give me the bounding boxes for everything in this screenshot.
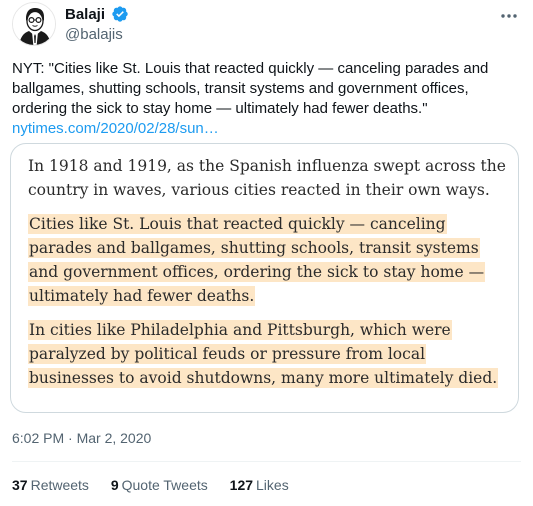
quote-card[interactable]: In 1918 and 1919, as the Spanish influen…: [10, 143, 519, 413]
likes-stat[interactable]: 127 Likes: [230, 476, 289, 494]
tweet-timestamp[interactable]: 6:02 PM · Mar 2, 2020: [12, 429, 151, 447]
divider: [12, 461, 521, 462]
likes-label: Likes: [256, 477, 289, 493]
tweet-header: Balaji @balajis: [12, 2, 521, 50]
quote-card-content: In 1918 and 1919, as the Spanish influen…: [28, 154, 508, 400]
quote-paragraph-1-text: In 1918 and 1919, as the Spanish influen…: [28, 157, 506, 199]
quote-paragraph-2: Cities like St. Louis that reacted quick…: [28, 212, 508, 308]
highlighted-paragraph-3: In cities like Philadelphia and Pittsbur…: [28, 320, 499, 388]
quote-paragraph-3: In cities like Philadelphia and Pittsbur…: [28, 318, 508, 390]
retweets-stat[interactable]: 37 Retweets: [12, 476, 89, 494]
article-link[interactable]: nytimes.com/2020/02/28/sun…: [12, 120, 219, 137]
author-handle[interactable]: @balajis: [65, 25, 129, 45]
quote-tweets-stat[interactable]: 9 Quote Tweets: [111, 476, 208, 494]
engagement-stats: 37 Retweets 9 Quote Tweets 127 Likes: [12, 476, 307, 494]
author-name-block: Balaji @balajis: [65, 5, 129, 45]
tweet-body: NYT: "Cities like St. Louis that reacted…: [12, 60, 489, 117]
quote-tweets-label: Quote Tweets: [121, 477, 208, 493]
verified-badge-icon: [111, 5, 129, 23]
tweet: Balaji @balajis NYT: "Cities like St. Lo…: [0, 0, 533, 506]
more-horizontal-icon[interactable]: [497, 6, 521, 26]
author-display-name[interactable]: Balaji: [65, 5, 105, 25]
retweets-count: 37: [12, 477, 28, 493]
likes-count: 127: [229, 477, 254, 493]
quote-paragraph-1: In 1918 and 1919, as the Spanish influen…: [28, 154, 508, 202]
tweet-text: NYT: "Cities like St. Louis that reacted…: [12, 59, 517, 139]
quote-tweets-count: 9: [110, 477, 119, 493]
highlighted-paragraph-2: Cities like St. Louis that reacted quick…: [28, 214, 486, 306]
avatar[interactable]: [12, 2, 56, 46]
retweets-label: Retweets: [30, 477, 89, 493]
